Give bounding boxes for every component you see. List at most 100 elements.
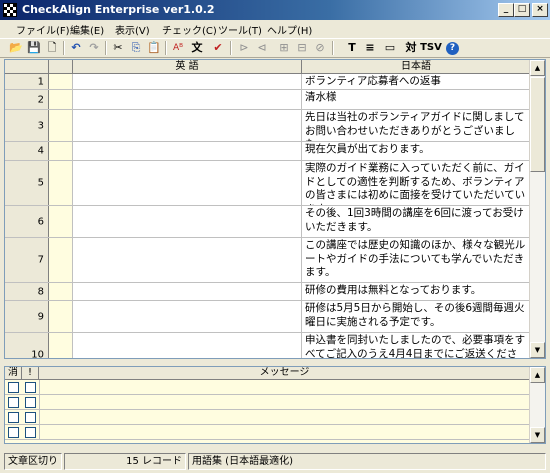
- scroll-up-icon[interactable]: ▲: [530, 367, 545, 383]
- scroll-up-icon[interactable]: ▲: [530, 60, 545, 76]
- flag-checkbox[interactable]: [25, 397, 36, 408]
- copy-icon[interactable]: ⎘: [128, 40, 144, 56]
- row-number[interactable]: 8: [5, 283, 49, 300]
- row-number[interactable]: 6: [5, 206, 49, 237]
- english-cell[interactable]: [73, 238, 302, 282]
- japanese-cell[interactable]: 現在欠員が出ております。: [302, 142, 530, 160]
- menu-help[interactable]: ヘルプ(H): [265, 22, 314, 37]
- header-english[interactable]: 英 語: [73, 60, 302, 74]
- english-cell[interactable]: [73, 110, 302, 141]
- table-row[interactable]: 9 研修は5月5日から開始し、その後6週間毎週火曜日に実施される予定です。: [5, 301, 530, 333]
- row-number[interactable]: 10: [5, 333, 49, 358]
- message-row[interactable]: [5, 380, 530, 395]
- open-icon[interactable]: 📂: [8, 40, 24, 56]
- align-center-icon[interactable]: ≡: [362, 40, 378, 56]
- row-number[interactable]: 2: [5, 90, 49, 109]
- menu-tools[interactable]: ツール(T): [216, 22, 264, 37]
- english-cell[interactable]: [73, 283, 302, 300]
- cut-icon[interactable]: ✂: [110, 40, 126, 56]
- flag-checkbox[interactable]: [25, 382, 36, 393]
- english-cell[interactable]: [73, 142, 302, 160]
- done-checkbox[interactable]: [8, 427, 19, 438]
- english-cell[interactable]: [73, 90, 302, 109]
- align-prev-icon[interactable]: ⊲: [254, 40, 270, 56]
- english-cell[interactable]: [73, 74, 302, 89]
- minimize-button[interactable]: _: [498, 3, 514, 17]
- scroll-down-icon[interactable]: ▼: [530, 427, 545, 443]
- row-number[interactable]: 9: [5, 301, 49, 332]
- english-cell[interactable]: [73, 301, 302, 332]
- font-icon[interactable]: Aᴮ: [170, 40, 186, 56]
- menu-check[interactable]: チェック(C): [160, 22, 219, 37]
- split-icon[interactable]: ⊟: [294, 40, 310, 56]
- message-row[interactable]: [5, 395, 530, 410]
- row-number[interactable]: 3: [5, 110, 49, 141]
- grid-vertical-scrollbar[interactable]: ▲ ▼: [529, 60, 545, 358]
- redo-icon[interactable]: ↷: [86, 40, 102, 56]
- japanese-cell[interactable]: ボランティア応募者への返事: [302, 74, 530, 89]
- align-next-icon[interactable]: ⊳: [236, 40, 252, 56]
- bun-text-icon[interactable]: 文: [189, 40, 205, 56]
- table-row[interactable]: 2 清水様: [5, 90, 530, 110]
- english-cell[interactable]: [73, 161, 302, 205]
- row-flag[interactable]: [49, 90, 73, 109]
- japanese-cell[interactable]: 研修の費用は無料となっております。: [302, 283, 530, 300]
- japanese-cell[interactable]: この講座では歴史の知識のほか、様々な観光ルートやガイドの手法についても学んでいた…: [302, 238, 530, 282]
- japanese-cell[interactable]: 申込書を同封いたしましたので、必要事項をすべてご記入のうえ4月4日までにご返送く…: [302, 333, 530, 358]
- header-japanese[interactable]: 日本語: [302, 60, 530, 74]
- table-row[interactable]: 10 申込書を同封いたしましたので、必要事項をすべてご記入のうえ4月4日までにご…: [5, 333, 530, 358]
- header-message[interactable]: メッセージ: [39, 367, 530, 380]
- merge-icon[interactable]: ⊞: [276, 40, 292, 56]
- title-bar[interactable]: CheckAlign Enterprise ver1.0.2 _ □ ×: [0, 0, 550, 20]
- done-checkbox[interactable]: [8, 412, 19, 423]
- japanese-cell[interactable]: その後、1回3時間の講座を6回に渡ってお受けいただきます。: [302, 206, 530, 237]
- japanese-cell[interactable]: 先日は当社のボランティアガイドに関しましてお問い合わせいただきありがとうございま…: [302, 110, 530, 141]
- header-done[interactable]: 消: [5, 367, 22, 380]
- maximize-button[interactable]: □: [514, 3, 530, 17]
- row-flag[interactable]: [49, 238, 73, 282]
- help-icon[interactable]: ?: [446, 42, 459, 55]
- taiyaku-icon[interactable]: 対: [403, 40, 419, 56]
- flag-checkbox[interactable]: [25, 412, 36, 423]
- done-checkbox[interactable]: [8, 397, 19, 408]
- message-vertical-scrollbar[interactable]: ▲ ▼: [529, 367, 545, 443]
- align-box-icon[interactable]: ▭: [382, 40, 398, 56]
- row-number[interactable]: 7: [5, 238, 49, 282]
- row-flag[interactable]: [49, 283, 73, 300]
- menu-edit[interactable]: 編集(E): [68, 22, 106, 37]
- table-row[interactable]: 7 この講座では歴史の知識のほか、様々な観光ルートやガイドの手法についても学んで…: [5, 238, 530, 283]
- save-icon[interactable]: 💾: [26, 40, 42, 56]
- flag-checkbox[interactable]: [25, 427, 36, 438]
- menu-file[interactable]: ファイル(F): [14, 22, 72, 37]
- row-flag[interactable]: [49, 142, 73, 160]
- japanese-cell[interactable]: 清水様: [302, 90, 530, 109]
- japanese-cell[interactable]: 研修は5月5日から開始し、その後6週間毎週火曜日に実施される予定です。: [302, 301, 530, 332]
- tsv-icon[interactable]: TSV: [420, 40, 442, 56]
- english-cell[interactable]: [73, 206, 302, 237]
- table-row[interactable]: 6 その後、1回3時間の講座を6回に渡ってお受けいただきます。: [5, 206, 530, 238]
- undo-icon[interactable]: ↶: [68, 40, 84, 56]
- row-flag[interactable]: [49, 333, 73, 358]
- row-number[interactable]: 1: [5, 74, 49, 89]
- message-row[interactable]: [5, 425, 530, 440]
- row-flag[interactable]: [49, 161, 73, 205]
- new-document-icon[interactable]: 🗋: [44, 40, 60, 56]
- header-flag[interactable]: !: [22, 367, 39, 380]
- table-row[interactable]: 5 実際のガイド業務に入っていただく前に、ガイドとしての適性を判断するため、ボラ…: [5, 161, 530, 206]
- row-flag[interactable]: [49, 110, 73, 141]
- check-icon[interactable]: ✔: [210, 40, 226, 56]
- pane-splitter[interactable]: [4, 361, 546, 365]
- table-row[interactable]: 4 現在欠員が出ております。: [5, 142, 530, 161]
- row-number[interactable]: 4: [5, 142, 49, 160]
- row-flag[interactable]: [49, 301, 73, 332]
- table-row[interactable]: 1 ボランティア応募者への返事: [5, 74, 530, 90]
- scroll-down-icon[interactable]: ▼: [530, 342, 545, 358]
- scroll-thumb[interactable]: [530, 77, 545, 172]
- clear-icon[interactable]: ⊘: [312, 40, 328, 56]
- row-flag[interactable]: [49, 74, 73, 89]
- row-flag[interactable]: [49, 206, 73, 237]
- english-cell[interactable]: [73, 333, 302, 358]
- table-row[interactable]: 3 先日は当社のボランティアガイドに関しましてお問い合わせいただきありがとうござ…: [5, 110, 530, 142]
- menu-view[interactable]: 表示(V): [113, 22, 152, 37]
- japanese-cell[interactable]: 実際のガイド業務に入っていただく前に、ガイドとしての適性を判断するため、ボランテ…: [302, 161, 530, 205]
